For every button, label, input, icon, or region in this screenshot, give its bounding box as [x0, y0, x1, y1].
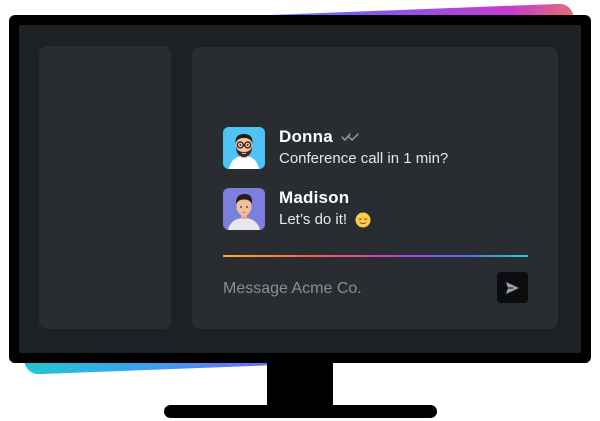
message-text-content: Conference call in 1 min? [279, 150, 449, 167]
avatar [223, 188, 265, 230]
chat-panel: Donna Conference call in 1 min? Madison … [192, 47, 558, 329]
relieved-face-emoji-icon [355, 212, 371, 227]
send-icon [506, 281, 519, 294]
message-text: Let’s do it! [279, 211, 371, 228]
monitor-stand-base [164, 405, 437, 418]
message-input[interactable] [223, 277, 473, 301]
man-glasses-beard-avatar [223, 127, 265, 169]
message-item: Madison Let’s do it! [223, 188, 371, 230]
man-avatar [223, 188, 265, 230]
gradient-divider [223, 255, 528, 257]
message-text: Conference call in 1 min? [279, 150, 448, 167]
message-item: Donna Conference call in 1 min? [223, 127, 448, 169]
screen: Donna Conference call in 1 min? Madison … [19, 25, 581, 353]
send-button[interactable] [497, 272, 528, 303]
author-name: Donna [279, 127, 333, 146]
monitor: Donna Conference call in 1 min? Madison … [9, 15, 591, 363]
message-header: Madison [279, 188, 371, 208]
double-check-icon [341, 133, 359, 141]
sidebar-panel [39, 46, 171, 329]
monitor-stand-neck [267, 363, 333, 408]
author-name: Madison [279, 188, 350, 207]
illustration: Donna Conference call in 1 min? Madison … [0, 0, 600, 421]
message-body: Madison Let’s do it! [279, 188, 371, 228]
avatar [223, 127, 265, 169]
message-text-content: Let’s do it! [279, 211, 348, 228]
message-body: Donna Conference call in 1 min? [279, 127, 448, 167]
message-header: Donna [279, 127, 448, 147]
